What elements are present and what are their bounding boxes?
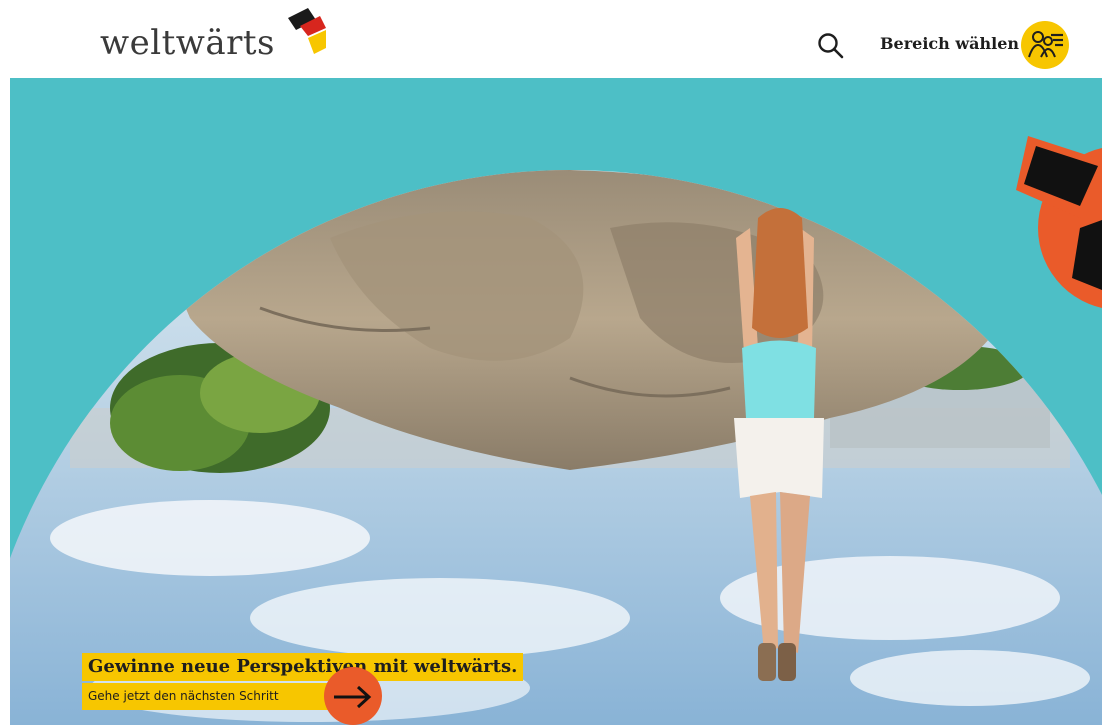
area-select-button[interactable]: Bereich wählen [880,20,1080,70]
logo-wordmark-welt: welt [100,23,176,63]
next-step-arrow-button[interactable] [324,667,382,725]
weltwaerts-logo[interactable]: weltwärts [100,4,340,66]
folded-flag-icon [288,8,326,54]
arrow-right-icon [334,685,372,709]
search-button[interactable] [815,30,847,62]
hero-image [10,136,1102,725]
logo-wordmark-waerts: wärts [175,23,276,63]
decorative-orange-shape [1016,136,1102,308]
next-step-link[interactable]: Gehe jetzt den nächsten Schritt [88,683,279,710]
area-select-label: Bereich wählen [880,34,1019,53]
hero-cta-label-bar: Gehe jetzt den nächsten Schritt [82,683,330,710]
hero-cta: Gewinne neue Perspektiven mit weltwärts.… [82,653,524,725]
hero-banner [10,78,1102,725]
magnifier-icon [818,33,844,59]
site-header: weltwärts Bereich wählen [0,0,1102,78]
logo-wordmark: weltwärts [100,23,275,63]
people-group-menu-icon [1021,21,1069,69]
hero-headline: Gewinne neue Perspektiven mit weltwärts. [82,653,524,681]
